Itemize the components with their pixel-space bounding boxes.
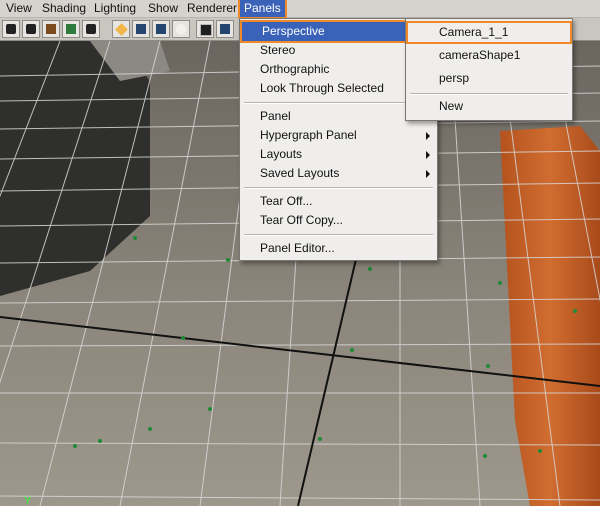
menu-item-tear-off-copy[interactable]: Tear Off Copy... [240,211,437,230]
menu-item-saved-layouts[interactable]: Saved Layouts [240,164,437,183]
submenu-item-label: persp [439,71,470,85]
menu-item-label: Hypergraph Panel [260,128,357,142]
safe-action-icon[interactable] [196,20,214,38]
menu-item-label: Look Through Selected [260,81,384,95]
menu-item-layouts[interactable]: Layouts [240,145,437,164]
menu-item-label: Layouts [260,147,303,161]
y-axis-indicator: Y [24,495,32,506]
menu-show[interactable]: Show [144,0,182,17]
2d-pan-zoom-icon[interactable] [82,20,100,38]
submenu-arrow-icon [426,170,430,178]
menu-item-tear-off[interactable]: Tear Off... [240,192,437,211]
menu-lighting[interactable]: Lighting [90,0,140,17]
menu-item-hypergraph-panel[interactable]: Hypergraph Panel [240,126,437,145]
resolution-gate-icon[interactable] [152,20,170,38]
submenu-item-label: cameraShape1 [439,48,521,62]
film-gate-icon[interactable] [132,20,150,38]
menu-item-label: Panel Editor... [260,241,335,255]
menu-item-label: Perspective [262,24,325,38]
submenu-item-camerashape1[interactable]: cameraShape1 [406,46,572,65]
submenu-item-camera-1-1[interactable]: Camera_1_1 [408,23,570,42]
image-plane-icon[interactable] [62,20,80,38]
menu-item-label: Stereo [260,43,296,57]
camera-attributes-icon[interactable] [22,20,40,38]
menu-item-label: Panel [260,109,291,123]
menu-item-panel-editor[interactable]: Panel Editor... [240,239,437,258]
menu-view[interactable]: View [2,0,36,17]
submenu-arrow-icon [426,132,430,140]
submenu-item-label: Camera_1_1 [439,25,509,39]
submenu-arrow-icon [426,151,430,159]
submenu-item-new[interactable]: New [406,97,572,116]
camera-icon[interactable] [2,20,20,38]
menu-panels[interactable]: Panels [240,0,285,17]
submenu-item-persp[interactable]: persp [406,69,572,88]
safe-title-icon[interactable] [216,20,234,38]
menu-separator [410,93,568,95]
bookmark-icon[interactable] [42,20,60,38]
menu-separator [244,234,433,236]
submenu-item-label: New [439,99,464,113]
menu-item-label: Tear Off... [260,194,313,208]
menu-bar: View Shading Lighting Show Renderer Pane… [0,0,600,18]
menu-shading[interactable]: Shading [38,0,90,17]
menu-item-label: Saved Layouts [260,166,340,180]
menu-item-label: Orthographic [260,62,330,76]
menu-renderer[interactable]: Renderer [183,0,241,17]
grid-icon[interactable] [112,20,130,38]
menu-separator [244,187,433,189]
field-chart-icon[interactable] [172,20,190,38]
menu-item-label: Tear Off Copy... [260,213,343,227]
perspective-submenu: Camera_1_1 cameraShape1 persp New [405,18,573,121]
